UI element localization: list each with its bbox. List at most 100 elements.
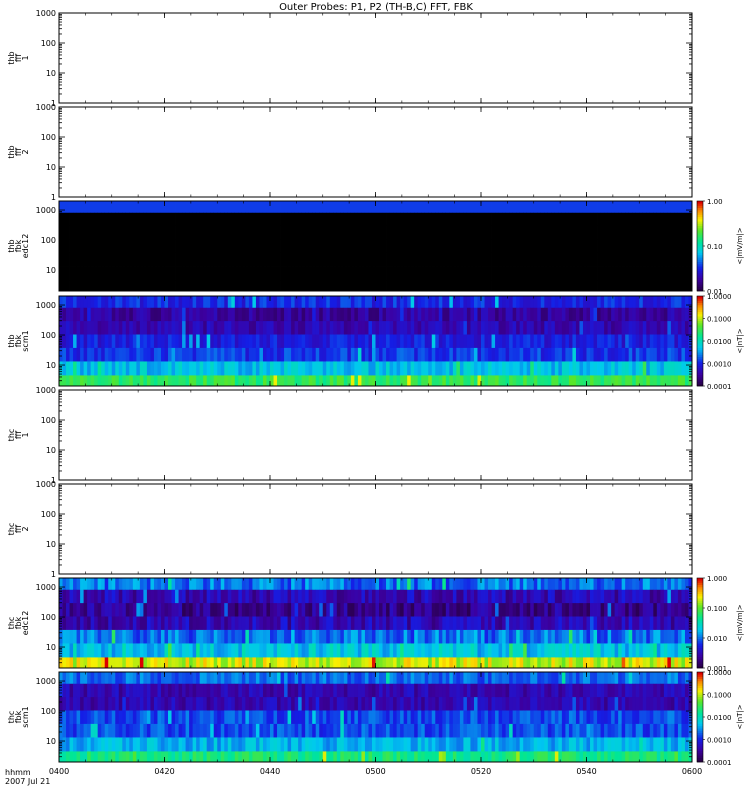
spectrogram-cell	[653, 602, 658, 617]
spectrogram-cell	[196, 307, 201, 322]
spectrogram-cell	[607, 602, 612, 617]
colorbar-segment	[697, 320, 703, 324]
spectrogram-cell	[642, 212, 647, 227]
spectrogram-cell	[466, 347, 471, 362]
spectrogram-cell	[642, 266, 647, 281]
spectrogram-cell	[189, 252, 194, 267]
spectrogram-cell	[466, 201, 471, 213]
spectrogram-cell	[308, 252, 313, 267]
spectrogram-cell	[445, 643, 450, 658]
spectrogram-cell	[368, 225, 373, 240]
spectrogram-cell	[164, 643, 169, 658]
spectrogram-cell	[498, 347, 503, 362]
spectrogram-cell	[73, 737, 77, 752]
spectrogram-cell	[252, 296, 257, 308]
spectrogram-cell	[621, 616, 626, 630]
spectrogram-cell	[663, 361, 668, 376]
spectrogram-cell	[343, 212, 348, 227]
spectrogram-cell	[241, 252, 246, 267]
colorbar-segment	[697, 300, 703, 304]
spectrogram-cell	[248, 589, 253, 604]
spectrogram-cell	[312, 320, 317, 335]
spectrogram-cell	[248, 616, 253, 630]
spectrogram-cell	[421, 320, 426, 335]
y-tick-label: 10	[46, 163, 56, 172]
spectrogram-cell	[407, 334, 412, 348]
spectrogram-cell	[537, 266, 542, 281]
spectrogram-cell	[670, 347, 675, 362]
spectrogram-cell	[192, 252, 197, 267]
spectrogram-cell	[333, 643, 338, 658]
spectrogram-cell	[305, 225, 310, 240]
spectrogram-cell	[87, 723, 92, 738]
spectrogram-cell	[393, 334, 397, 348]
spectrogram-cell	[435, 578, 440, 590]
spectrogram-cell	[393, 239, 397, 253]
spectrogram-cell	[350, 602, 355, 617]
spectrogram-cell	[329, 375, 334, 387]
spectrogram-cell	[379, 589, 383, 604]
spectrogram-cell	[160, 589, 165, 604]
spectrogram-cell	[410, 375, 415, 387]
spectrogram-cell	[572, 602, 577, 617]
spectrogram-cell	[196, 296, 201, 308]
spectrogram-cell	[139, 578, 144, 590]
spectrogram-cell	[642, 616, 647, 630]
spectrogram-cell	[343, 266, 348, 281]
spectrogram-cell	[245, 602, 250, 617]
spectrogram-cell	[625, 616, 630, 630]
spectrogram-cell	[343, 280, 348, 292]
colorbar-segment	[697, 352, 703, 355]
spectrogram-cell	[547, 225, 552, 240]
spectrogram-cell	[445, 212, 450, 227]
spectrogram-cell	[231, 347, 236, 362]
spectrogram-cell	[523, 239, 528, 253]
spectrogram-cell	[421, 280, 426, 292]
spectrogram-cell	[146, 334, 151, 348]
colorbar-segment	[697, 268, 703, 272]
spectrogram-cell	[185, 225, 190, 240]
spectrogram-cell	[73, 375, 77, 387]
spectrogram-cell	[259, 657, 264, 669]
spectrogram-cell	[368, 616, 373, 630]
spectrogram-cell	[153, 602, 158, 617]
spectrogram-cell	[280, 578, 285, 590]
spectrogram-cell	[220, 616, 225, 630]
spectrogram-cell	[449, 296, 454, 308]
spectrogram-cell	[298, 589, 303, 604]
spectrogram-cell	[231, 225, 236, 240]
spectrogram-cell	[80, 723, 85, 738]
spectrogram-cell	[217, 616, 222, 630]
spectrogram-cell	[417, 616, 422, 630]
spectrogram-cell	[590, 589, 594, 604]
spectrogram-cell	[410, 334, 415, 348]
spectrogram-cell	[625, 225, 630, 240]
spectrogram-cell	[414, 578, 419, 590]
spectrogram-cell	[143, 737, 148, 752]
spectrogram-cell	[386, 347, 390, 362]
spectrogram-cell	[368, 239, 373, 253]
spectrogram-cell	[336, 252, 341, 267]
spectrogram-cell	[540, 589, 545, 604]
spectrogram-cell	[69, 320, 74, 335]
spectrogram-cell	[322, 212, 327, 227]
spectrogram-cell	[87, 252, 92, 267]
spectrogram-cell	[575, 347, 580, 362]
spectrogram-cell	[227, 280, 232, 292]
spectrogram-cell	[449, 320, 454, 335]
spectrogram-cell	[62, 334, 67, 348]
spectrogram-cell	[663, 334, 668, 348]
spectrogram-cell	[90, 578, 95, 590]
spectrogram-cell	[150, 375, 155, 387]
spectrogram-cell	[593, 239, 598, 253]
spectrogram-cell	[614, 296, 619, 308]
spectrogram-cell	[488, 361, 492, 376]
spectrogram-cell	[252, 629, 257, 644]
spectrogram-cell	[470, 602, 475, 617]
spectrogram-cell	[488, 657, 492, 669]
spectrogram-cell	[537, 361, 542, 376]
spectrogram-cell	[368, 280, 373, 292]
spectrogram-cell	[400, 225, 405, 240]
spectrogram-cell	[593, 212, 598, 227]
spectrogram-cell	[125, 266, 130, 281]
